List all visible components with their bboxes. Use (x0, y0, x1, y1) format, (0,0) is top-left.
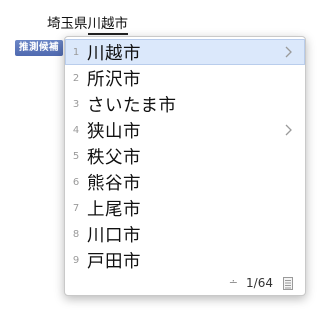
candidate-number: 3 (72, 98, 80, 110)
candidate-row[interactable]: 1 川越市 (65, 39, 305, 65)
candidate-text: 川口市 (87, 225, 141, 246)
candidate-number: 5 (72, 150, 80, 162)
candidate-row[interactable]: 3 さいたま市 (65, 91, 305, 117)
composition-text: 埼玉県川越市 (47, 14, 128, 36)
chevron-right-icon[interactable] (283, 44, 293, 60)
candidate-row[interactable]: 7 上尾市 (65, 195, 305, 221)
prediction-mode-badge: 推測候補 (15, 40, 63, 56)
candidate-footer: ∸ 1/64 (65, 273, 305, 295)
page-count: 1/64 (246, 276, 273, 290)
candidate-text: 所沢市 (87, 69, 141, 90)
candidate-number: 2 (72, 72, 80, 84)
candidate-row[interactable]: 4 狭山市 (65, 117, 305, 143)
list-icon[interactable] (283, 277, 293, 290)
candidate-window: 1 川越市 2 所沢市 3 さいたま市 4 狭山市 5 秩父市 6 熊谷市 7 … (64, 36, 306, 296)
candidate-number: 6 (72, 176, 80, 188)
composition-active-segment[interactable]: 川越市 (87, 16, 128, 35)
candidate-text: 熊谷市 (87, 173, 141, 194)
candidate-text: 上尾市 (87, 199, 141, 220)
candidate-text: 川越市 (87, 43, 141, 64)
composition-prefix: 埼玉県 (47, 16, 88, 32)
candidate-row[interactable]: 5 秩父市 (65, 143, 305, 169)
candidate-text: 戸田市 (87, 251, 141, 272)
candidate-number: 8 (72, 228, 80, 240)
candidate-row[interactable]: 9 戸田市 (65, 247, 305, 273)
candidate-number: 7 (72, 202, 80, 214)
candidate-list: 1 川越市 2 所沢市 3 さいたま市 4 狭山市 5 秩父市 6 熊谷市 7 … (65, 39, 305, 273)
page-navigation-icon: ∸ (228, 276, 238, 289)
candidate-row[interactable]: 2 所沢市 (65, 65, 305, 91)
candidate-number: 4 (72, 124, 80, 136)
candidate-text: さいたま市 (87, 95, 177, 116)
candidate-number: 9 (72, 254, 80, 266)
candidate-number: 1 (72, 46, 80, 58)
chevron-right-icon[interactable] (283, 122, 293, 138)
candidate-row[interactable]: 6 熊谷市 (65, 169, 305, 195)
ime-conversion-screen: 埼玉県川越市 推測候補 1 川越市 2 所沢市 3 さいたま市 4 狭山市 5 … (0, 0, 328, 319)
candidate-row[interactable]: 8 川口市 (65, 221, 305, 247)
candidate-text: 秩父市 (87, 147, 141, 168)
candidate-text: 狭山市 (87, 121, 141, 142)
